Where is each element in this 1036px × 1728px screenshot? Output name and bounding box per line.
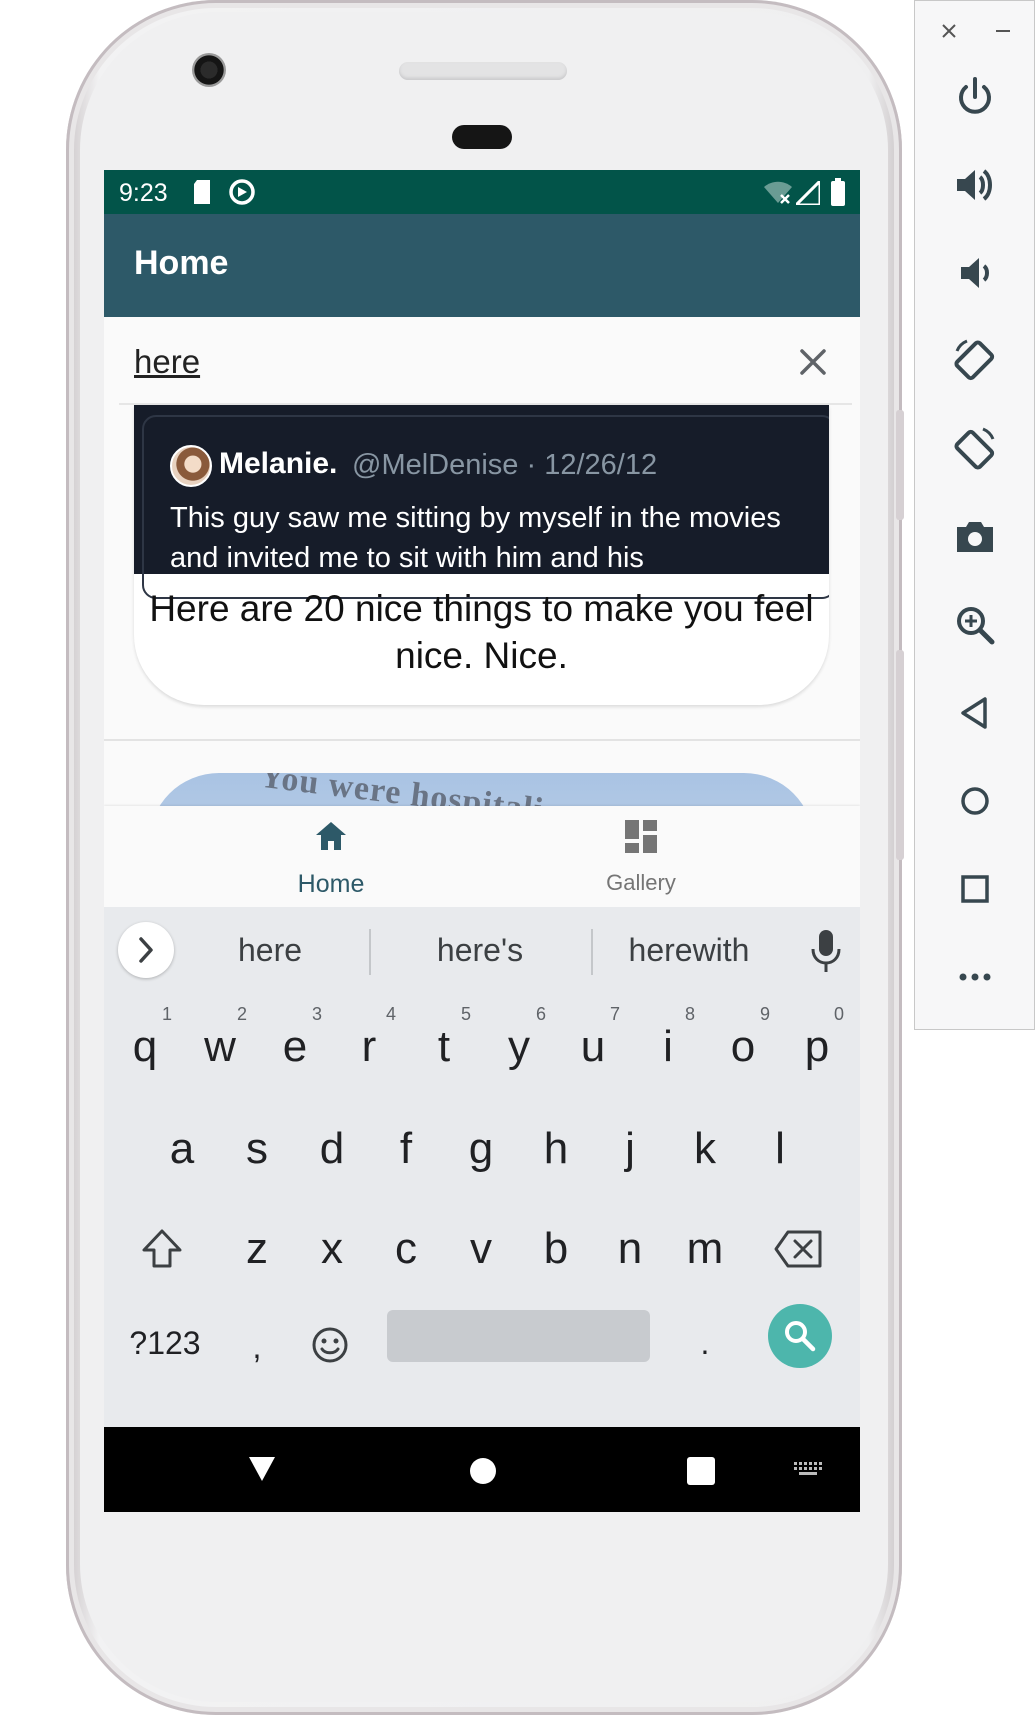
key-m[interactable]: m	[670, 1209, 740, 1289]
key-hint: 1	[162, 1004, 173, 1024]
suggestion-1[interactable]: here	[170, 932, 370, 969]
key-hint: 6	[536, 1004, 547, 1024]
key-hint: 8	[685, 1004, 696, 1024]
key-c[interactable]: c	[371, 1209, 441, 1289]
key-hint: 7	[610, 1004, 621, 1024]
sync-disabled-icon	[229, 179, 255, 205]
key-z[interactable]: z	[222, 1209, 292, 1289]
soft-keyboard: q w e r t y u i o p 1 2 3 4 5 6 7 8 9 0 …	[104, 997, 860, 1432]
bottom-navigation: Home Gallery	[104, 806, 860, 907]
symbols-key[interactable]: ?123	[110, 1303, 220, 1383]
device-screen: 9:23 Home here Melanie. @MelDenise · 12/…	[104, 170, 860, 1512]
suggestion-2[interactable]: here's	[380, 932, 580, 969]
volume-up-icon[interactable]	[951, 161, 999, 209]
search-icon	[785, 1321, 816, 1352]
comma-key[interactable]: ,	[222, 1307, 292, 1387]
rotate-left-icon[interactable]	[951, 337, 999, 385]
zoom-icon[interactable]	[951, 601, 999, 649]
suggestion-divider	[369, 929, 371, 975]
search-input[interactable]: here	[134, 343, 200, 381]
shift-icon[interactable]	[140, 1227, 184, 1271]
avatar	[170, 445, 212, 487]
phone-side-button	[896, 410, 904, 520]
key-hint: 2	[237, 1004, 248, 1024]
tweet-author-name: Melanie.	[219, 447, 338, 480]
app-bar: Home	[104, 214, 860, 317]
more-icon[interactable]	[951, 953, 999, 1001]
close-icon[interactable]	[939, 21, 959, 41]
battery-icon	[831, 178, 845, 206]
nav-label-gallery: Gallery	[606, 870, 676, 895]
power-icon[interactable]	[951, 73, 999, 121]
signal-icon	[796, 181, 820, 205]
article-card[interactable]: Melanie. @MelDenise · 12/26/12 This guy …	[134, 405, 829, 705]
key-hint: 4	[386, 1004, 397, 1024]
back-icon[interactable]	[951, 689, 999, 737]
key-s[interactable]: s	[222, 1109, 292, 1189]
emulator-toolbar	[914, 0, 1035, 1030]
overview-icon[interactable]	[951, 865, 999, 913]
status-bar: 9:23	[104, 170, 860, 214]
minimize-icon[interactable]	[993, 21, 1013, 41]
search-action-button[interactable]	[768, 1304, 832, 1368]
key-d[interactable]: d	[297, 1109, 367, 1189]
key-g[interactable]: g	[446, 1109, 516, 1189]
suggestion-3[interactable]: herewith	[589, 932, 789, 969]
phone-side-button	[896, 650, 904, 860]
wifi-off-icon	[764, 181, 792, 204]
chevron-right-icon	[139, 937, 153, 963]
key-h[interactable]: h	[521, 1109, 591, 1189]
back-triangle-icon[interactable]	[247, 1455, 277, 1483]
key-hint: 9	[760, 1004, 771, 1024]
nav-item-home[interactable]: Home	[231, 806, 431, 907]
close-icon[interactable]	[790, 339, 836, 385]
recents-square-icon[interactable]	[687, 1457, 715, 1485]
list-divider	[104, 739, 860, 741]
article-caption: Here are 20 nice things to make you feel…	[149, 588, 814, 676]
proximity-sensor	[452, 125, 512, 149]
status-time: 9:23	[119, 179, 168, 207]
tweet-screenshot-image: Melanie. @MelDenise · 12/26/12 This guy …	[134, 405, 829, 599]
page-title: Home	[134, 244, 229, 282]
key-f[interactable]: f	[371, 1109, 441, 1189]
key-j[interactable]: j	[595, 1109, 665, 1189]
key-a[interactable]: a	[147, 1109, 217, 1189]
earpiece-speaker	[399, 62, 567, 80]
front-camera	[192, 53, 226, 87]
period-key[interactable]: .	[670, 1303, 740, 1383]
key-v[interactable]: v	[446, 1209, 516, 1289]
sd-card-icon	[194, 180, 210, 204]
key-k[interactable]: k	[670, 1109, 740, 1189]
nav-label-home: Home	[297, 870, 365, 898]
camera-icon[interactable]	[951, 513, 999, 561]
space-bar[interactable]	[387, 1310, 650, 1362]
key-hint: 5	[461, 1004, 472, 1024]
rotate-right-icon[interactable]	[951, 425, 999, 473]
backspace-icon[interactable]	[774, 1229, 824, 1269]
emoji-icon[interactable]	[310, 1325, 350, 1365]
home-circle-icon[interactable]	[469, 1457, 497, 1485]
keyboard-switch-icon[interactable]	[794, 1462, 826, 1478]
tweet-handle: @MelDenise · 12/26/12	[352, 449, 658, 481]
microphone-icon[interactable]	[808, 927, 844, 975]
keyboard-suggestion-strip: here here's herewith	[104, 907, 860, 997]
tweet-text: This guy saw me sitting by myself in the…	[170, 502, 781, 574]
key-l[interactable]: l	[745, 1109, 815, 1189]
system-navigation-bar	[104, 1427, 860, 1512]
nav-item-gallery[interactable]: Gallery	[541, 806, 741, 907]
key-x[interactable]: x	[297, 1209, 367, 1289]
suggestion-expand-button[interactable]	[118, 922, 174, 978]
key-hint: 0	[834, 1004, 845, 1024]
dashboard-icon	[625, 820, 657, 853]
volume-down-icon[interactable]	[951, 249, 999, 297]
key-hint: 3	[312, 1004, 323, 1024]
home-icon[interactable]	[951, 777, 999, 825]
key-b[interactable]: b	[521, 1209, 591, 1289]
home-icon	[316, 822, 346, 850]
key-n[interactable]: n	[595, 1209, 665, 1289]
